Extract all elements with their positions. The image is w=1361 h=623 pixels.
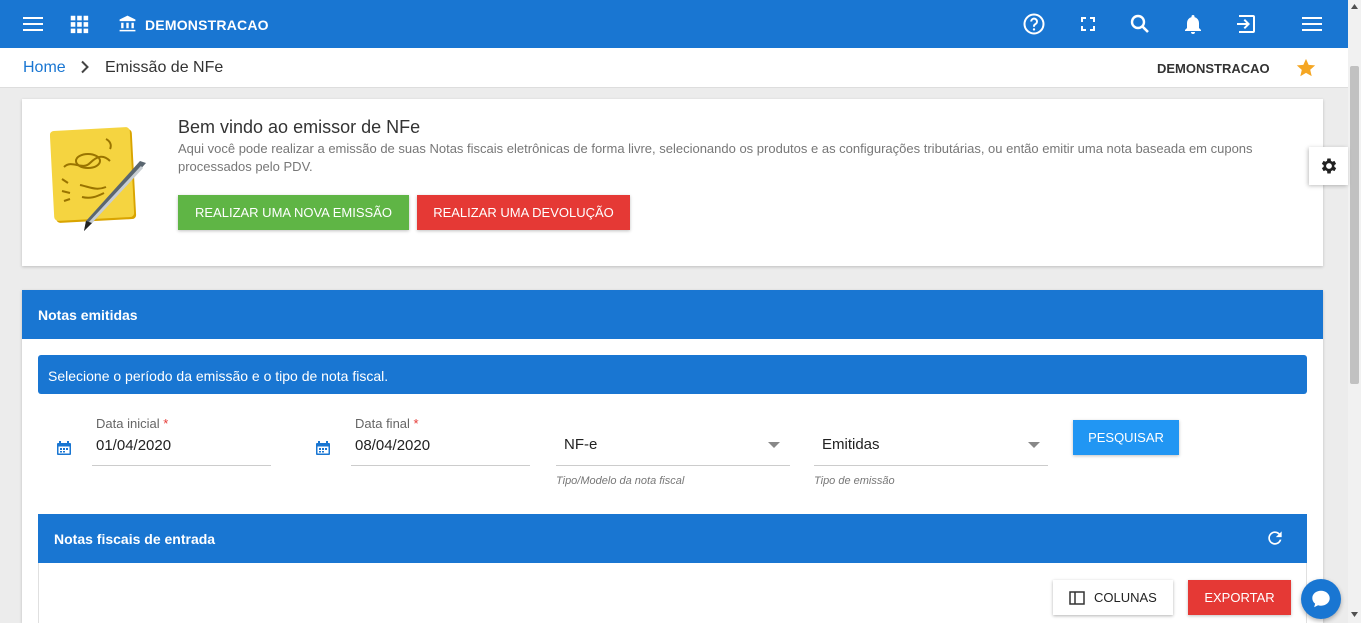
welcome-title: Bem vindo ao emissor de NFe [178,117,421,137]
top-bar: DEMONSTRACAO [0,0,1348,48]
model-select-hint: Tipo/Modelo da nota fiscal [556,475,685,487]
notepad-illustration [50,127,146,231]
calendar-icon[interactable] [56,440,72,456]
page-scrollbar[interactable] [1348,0,1361,623]
info-message: Selecione o período da emissão e o tipo … [38,355,1307,394]
scroll-up-arrow-icon[interactable] [1351,4,1358,9]
scrollbar-thumb[interactable] [1350,66,1359,384]
scroll-down-arrow-icon[interactable] [1351,612,1358,617]
columns-button[interactable]: COLUNAS [1053,580,1173,615]
model-select-underline [556,465,790,466]
bell-icon[interactable] [1181,12,1205,36]
breadcrumb-current: Emissão de NFe [105,59,224,76]
start-date-value[interactable]: 01/04/2020 [96,437,171,454]
emission-type-underline [814,465,1048,466]
columns-icon [1069,591,1085,605]
bank-icon [119,15,136,32]
help-icon[interactable] [1022,12,1046,36]
model-select-value[interactable]: NF-e [564,436,597,453]
return-button[interactable]: Realizar uma devolução [417,195,630,230]
settings-button[interactable] [1309,147,1348,185]
more-menu-icon[interactable] [1300,12,1324,36]
new-emission-button[interactable]: Realizar uma nova emissão [178,195,409,230]
columns-label: COLUNAS [1094,590,1157,605]
chevron-right-icon [81,60,89,74]
end-date-underline [351,465,530,466]
notas-emitidas-panel: Notas emitidas Selecione o período da em… [22,290,1323,623]
calendar-icon[interactable] [315,440,331,456]
welcome-card: Bem vindo ao emissor de NFe Aqui você po… [22,99,1323,266]
gear-icon [1321,158,1337,174]
fullscreen-icon[interactable] [1076,12,1100,36]
entrada-title: Notas fiscais de entrada [54,531,216,547]
search-button[interactable]: PESQUISAR [1073,420,1179,455]
menu-icon[interactable] [21,12,45,36]
breadcrumb-home[interactable]: Home [23,59,66,77]
entrada-header: Notas fiscais de entrada [38,514,1307,563]
company-name: DEMONSTRACAO [1157,61,1270,76]
refresh-icon[interactable] [1265,528,1285,548]
chat-button[interactable] [1301,579,1341,619]
apps-icon[interactable] [68,13,90,35]
search-icon[interactable] [1128,12,1152,36]
emission-type-value[interactable]: Emitidas [822,436,880,453]
end-date-value[interactable]: 08/04/2020 [355,437,430,454]
emission-type-hint: Tipo de emissão [814,475,895,487]
start-date-underline [92,465,271,466]
dropdown-caret-icon[interactable] [1028,442,1040,448]
chat-icon [1312,590,1330,608]
export-button[interactable]: EXPORTAR [1188,580,1291,615]
dropdown-caret-icon[interactable] [768,442,780,448]
breadcrumb-bar: Home Emissão de NFe DEMONSTRACAO [0,48,1348,88]
start-date-label: Data inicial * [96,416,169,431]
welcome-description: Aqui você pode realizar a emissão de sua… [178,141,1253,174]
panel-title: Notas emitidas [22,290,1323,339]
favorite-star-icon[interactable] [1295,57,1317,79]
logout-icon[interactable] [1234,12,1258,36]
brand-name[interactable]: DEMONSTRACAO [145,17,269,33]
end-date-label: Data final * [355,416,419,431]
